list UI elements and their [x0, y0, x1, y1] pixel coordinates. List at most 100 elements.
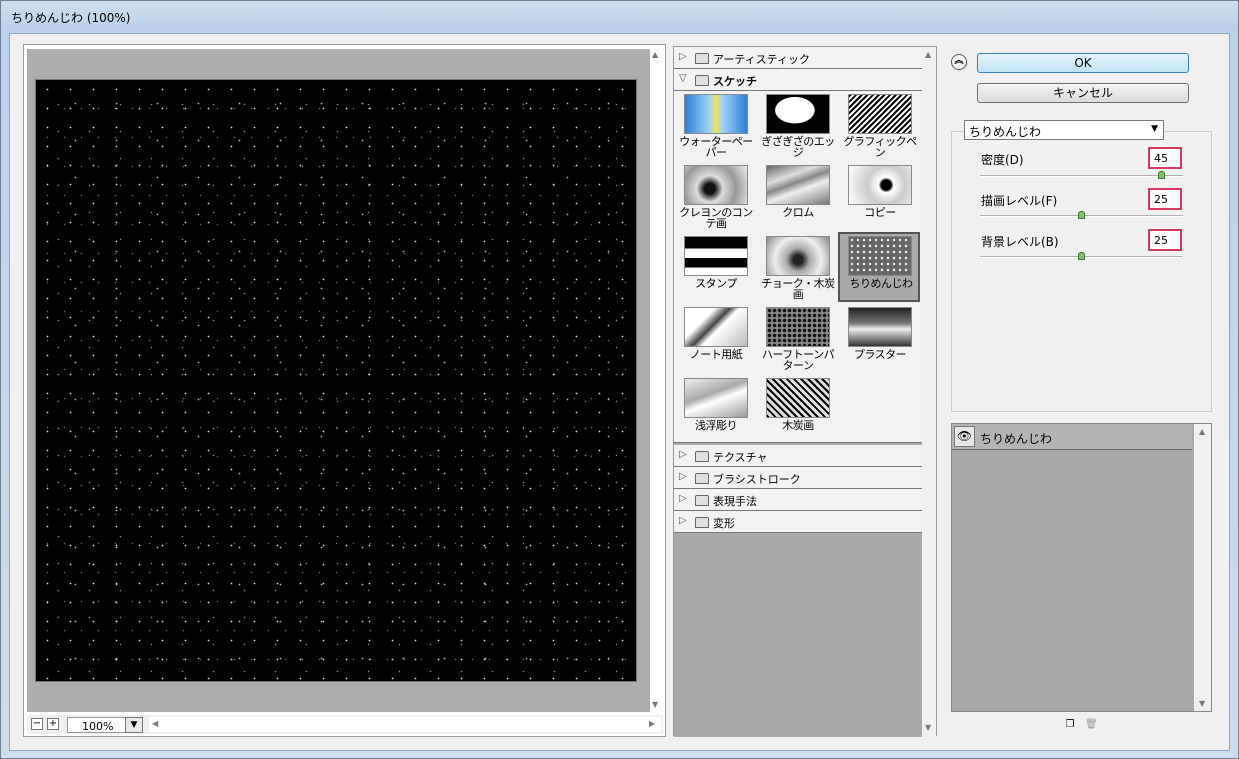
preview-bottom-bar: − + 100% ▼ ◀ ▶ — [27, 715, 663, 734]
filter-select-dropdown[interactable]: ちりめんじわ ▼ — [964, 120, 1164, 140]
title-bar: ちりめんじわ (100%) — [1, 1, 1238, 31]
category-brush-strokes[interactable]: ▷ ブラシストローク — [674, 467, 922, 489]
ok-button[interactable]: OK — [977, 53, 1189, 73]
thumb-image — [848, 94, 912, 134]
thumb-image — [848, 307, 912, 347]
foreground-level-slider-knob[interactable] — [1078, 211, 1085, 219]
thumb-label: 木炭画 — [782, 419, 814, 432]
folder-icon — [695, 517, 709, 528]
background-level-label: 背景レベル(B) — [981, 235, 1059, 249]
filter-thumb-graphic-pen[interactable]: グラフィックペン — [839, 91, 921, 161]
filter-gallery-window: ちりめんじわ (100%) ▲ ▼ − + 100% ▼ ◀ ▶ ▷ アーティス… — [0, 0, 1239, 759]
thumb-label: ぎざぎざのエッジ — [761, 135, 835, 159]
category-label: ブラシストローク — [713, 473, 801, 486]
filter-thumb-halftone[interactable]: ハーフトーンパターン — [757, 304, 839, 374]
scroll-up-arrow-icon[interactable]: ▲ — [925, 50, 931, 59]
scroll-down-arrow-icon[interactable]: ▼ — [652, 700, 658, 709]
gallery-scrollbar[interactable]: ▲ ▼ — [922, 47, 936, 737]
scroll-up-arrow-icon[interactable]: ▲ — [1199, 427, 1205, 436]
folder-icon — [695, 75, 709, 86]
folder-icon — [695, 495, 709, 506]
scroll-down-arrow-icon[interactable]: ▼ — [1199, 699, 1205, 708]
expand-triangle-icon: ▷ — [679, 515, 687, 526]
thumb-label: ウォーターペーパー — [679, 135, 753, 159]
category-label: 表現手法 — [713, 495, 757, 508]
density-slider-knob[interactable] — [1158, 171, 1165, 179]
background-level-slider[interactable] — [980, 252, 1183, 260]
expand-triangle-icon: ▷ — [679, 471, 687, 482]
filter-thumb-torn-edges[interactable]: ぎざぎざのエッジ — [757, 91, 839, 161]
preview-image[interactable] — [35, 79, 637, 682]
filter-list: ▷ アーティスティック ▽ スケッチ ウォーターペーパー ぎざぎざのエッジ グラ… — [674, 47, 922, 737]
preview-horizontal-scrollbar[interactable]: ◀ ▶ — [149, 717, 661, 732]
foreground-level-slider[interactable] — [980, 211, 1183, 219]
density-slider[interactable] — [980, 171, 1183, 179]
filter-thumb-chrome[interactable]: クロム — [757, 162, 839, 232]
filter-thumb-reticulation[interactable]: ちりめんじわ — [838, 232, 920, 302]
category-distort[interactable]: ▷ 変形 — [674, 511, 922, 533]
thumb-image — [684, 165, 748, 205]
filter-thumb-note-paper[interactable]: ノート用紙 — [675, 304, 757, 374]
filter-thumb-chalk-charcoal[interactable]: チョーク・木炭画 — [757, 233, 839, 303]
category-label: スケッチ — [713, 75, 757, 88]
effect-layer-row[interactable]: 👁 ちりめんじわ — [952, 424, 1192, 450]
filter-thumb-conte-crayon[interactable]: クレヨンのコンテ画 — [675, 162, 757, 232]
thumb-image — [848, 236, 912, 276]
trash-icon[interactable]: 🗑 — [1085, 719, 1098, 731]
filter-thumb-stamp[interactable]: スタンプ — [675, 233, 757, 303]
preview-canvas-area[interactable] — [27, 49, 650, 712]
thumb-label: チョーク・木炭画 — [761, 277, 835, 301]
toggle-gallery-button[interactable]: ︽ — [951, 54, 967, 70]
foreground-level-input[interactable]: 25 — [1148, 188, 1182, 210]
thumb-image — [848, 165, 912, 205]
thumb-image — [684, 94, 748, 134]
thumb-label: クレヨンのコンテ画 — [679, 206, 753, 230]
density-input[interactable]: 45 — [1148, 147, 1182, 169]
zoom-dropdown-button[interactable]: ▼ — [125, 717, 143, 733]
folder-icon — [695, 451, 709, 462]
thumb-label: ちりめんじわ — [849, 277, 914, 290]
scroll-up-arrow-icon[interactable]: ▲ — [652, 50, 658, 59]
thumb-label: ハーフトーンパターン — [761, 348, 835, 372]
category-sketch[interactable]: ▽ スケッチ — [674, 69, 922, 91]
category-texture[interactable]: ▷ テクスチャ — [674, 445, 922, 467]
thumb-image — [766, 165, 830, 205]
category-label: テクスチャ — [713, 451, 768, 464]
filter-thumb-bas-relief[interactable]: 浅浮彫り — [675, 375, 757, 445]
thumb-label: クロム — [782, 206, 814, 219]
window-title: ちりめんじわ (100%) — [11, 11, 131, 25]
cancel-button[interactable]: キャンセル — [977, 83, 1189, 103]
expand-triangle-icon: ▷ — [679, 51, 687, 62]
expand-triangle-icon: ▷ — [679, 449, 687, 460]
filter-thumb-charcoal[interactable]: 木炭画 — [757, 375, 839, 445]
background-level-slider-knob[interactable] — [1078, 252, 1085, 260]
thumb-image — [684, 378, 748, 418]
filter-thumb-photocopy[interactable]: コピー — [839, 162, 921, 232]
category-stylize[interactable]: ▷ 表現手法 — [674, 489, 922, 511]
thumb-label: 浅浮彫り — [695, 419, 738, 432]
thumb-label: コピー — [864, 206, 896, 219]
chevron-down-icon: ▼ — [130, 720, 138, 730]
thumb-image — [766, 94, 830, 134]
scroll-right-arrow-icon[interactable]: ▶ — [649, 719, 655, 728]
collapse-triangle-icon: ▽ — [679, 73, 687, 84]
filter-thumb-water-paper[interactable]: ウォーターペーパー — [675, 91, 757, 161]
preview-vertical-scrollbar[interactable]: ▲ ▼ — [650, 48, 663, 713]
eye-visibility-icon[interactable]: 👁 — [954, 426, 975, 447]
category-artistic[interactable]: ▷ アーティスティック — [674, 47, 922, 69]
zoom-out-button[interactable]: − — [31, 718, 43, 730]
zoom-level-field[interactable]: 100% — [67, 717, 129, 733]
background-level-input[interactable]: 25 — [1148, 229, 1182, 251]
chevron-down-icon: ▼ — [1151, 124, 1158, 134]
scroll-left-arrow-icon[interactable]: ◀ — [152, 719, 158, 728]
scroll-down-arrow-icon[interactable]: ▼ — [925, 723, 931, 732]
filter-gallery-panel: ▷ アーティスティック ▽ スケッチ ウォーターペーパー ぎざぎざのエッジ グラ… — [673, 46, 937, 737]
folder-icon — [695, 53, 709, 64]
filter-options-panel — [951, 131, 1212, 412]
zoom-in-button[interactable]: + — [47, 718, 59, 730]
thumb-label: グラフィックペン — [843, 135, 917, 159]
category-label: アーティスティック — [713, 53, 811, 66]
filter-thumb-plaster[interactable]: プラスター — [839, 304, 921, 374]
new-effect-layer-icon[interactable]: ❐ — [1064, 719, 1076, 731]
layers-scrollbar[interactable]: ▲ ▼ — [1194, 424, 1211, 711]
